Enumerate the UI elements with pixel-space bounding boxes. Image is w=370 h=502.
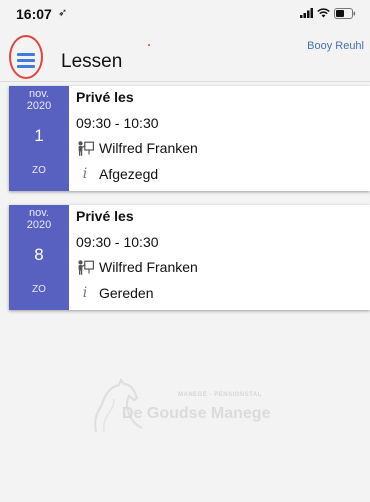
lesson-teacher-row: Wilfred Franken <box>76 259 198 275</box>
header-dot <box>148 44 150 46</box>
info-icon: i <box>82 285 88 301</box>
lesson-month: nov. <box>29 88 49 100</box>
watermark-subtitle: MANEGE - PENSIONSTAL <box>178 392 262 398</box>
hamburger-menu-icon[interactable] <box>9 35 43 79</box>
status-time: 16:07 <box>16 6 52 22</box>
page-title: Lessen <box>61 51 123 72</box>
lesson-teacher-row: Wilfred Franken <box>76 140 198 156</box>
location-icon: ➶ <box>58 7 68 19</box>
lesson-info: Privé les 09:30 - 10:30 Wilfred Franken … <box>76 205 370 310</box>
lesson-teacher: Wilfred Franken <box>99 140 198 156</box>
lesson-time: 09:30 - 10:30 <box>76 115 159 131</box>
lesson-info: Privé les 09:30 - 10:30 Wilfred Franken … <box>76 86 370 191</box>
watermark-title: De Goudse Manege <box>122 405 271 422</box>
lesson-status: Gereden <box>99 285 154 301</box>
menu-line <box>17 53 35 56</box>
info-icon: i <box>82 166 88 182</box>
app-screen: 16:07 ➶ Lessen Booy Reuhl nov. 2020 1 ZO… <box>0 0 370 502</box>
lesson-month: nov. <box>29 207 49 219</box>
lesson-card[interactable]: nov. 2020 1 ZO Privé les 09:30 - 10:30 W… <box>9 86 370 191</box>
watermark-logo: MANEGE - PENSIONSTAL De Goudse Manege <box>90 378 300 438</box>
status-bar: 16:07 ➶ <box>0 0 370 26</box>
status-icons <box>300 7 356 19</box>
instructor-icon <box>76 259 94 275</box>
lesson-year: 2020 <box>26 219 52 231</box>
lesson-teacher: Wilfred Franken <box>99 259 198 275</box>
battery-icon <box>334 7 356 19</box>
lesson-type: Privé les <box>76 208 134 224</box>
menu-line <box>17 65 35 68</box>
user-name[interactable]: Booy Reuhl <box>307 40 364 52</box>
lesson-status-row: i Gereden <box>76 285 154 301</box>
lesson-date-block: nov. 2020 1 ZO <box>9 86 69 191</box>
lesson-weekday: ZO <box>32 284 46 295</box>
signal-icon <box>300 8 313 18</box>
lesson-weekday: ZO <box>32 165 46 176</box>
lesson-year: 2020 <box>26 100 52 112</box>
lesson-status-row: i Afgezegd <box>76 166 158 182</box>
lesson-card[interactable]: nov. 2020 8 ZO Privé les 09:30 - 10:30 W… <box>9 205 370 310</box>
lesson-day: 1 <box>34 126 44 145</box>
wifi-icon <box>317 8 330 18</box>
lesson-status: Afgezegd <box>99 166 159 182</box>
menu-line <box>17 59 35 62</box>
lesson-date-block: nov. 2020 8 ZO <box>9 205 69 310</box>
lesson-type: Privé les <box>76 89 134 105</box>
instructor-icon <box>76 140 94 156</box>
lesson-time: 09:30 - 10:30 <box>76 234 159 250</box>
lesson-day: 8 <box>34 245 44 264</box>
app-header: Lessen Booy Reuhl <box>0 26 370 82</box>
